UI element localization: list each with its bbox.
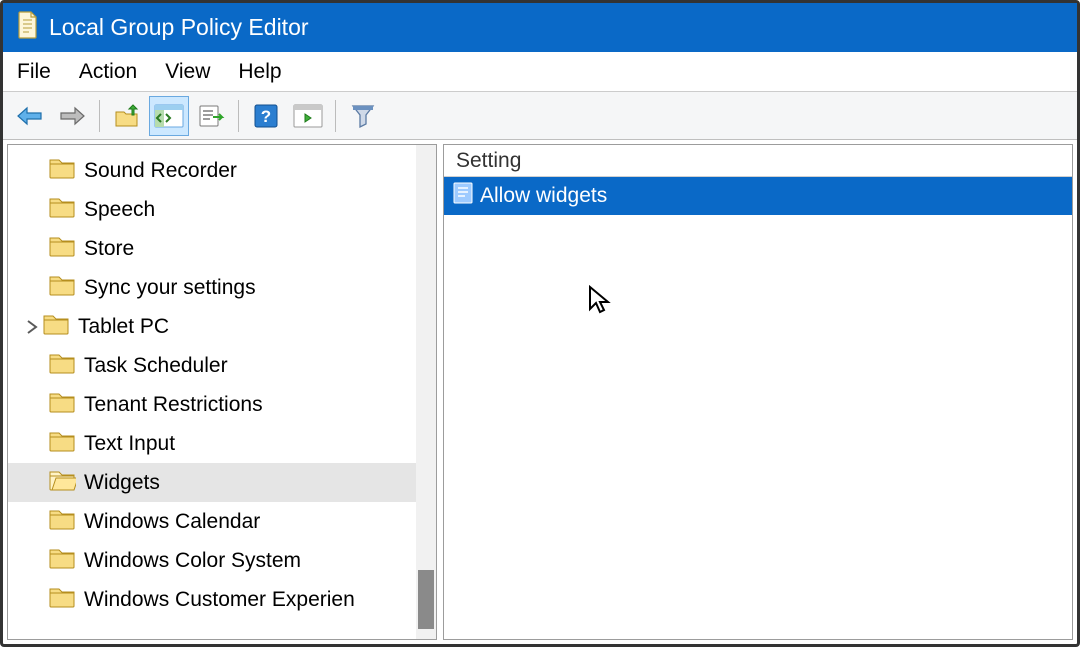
tree-item[interactable]: Store xyxy=(8,229,436,268)
tree-item-label: Tablet PC xyxy=(78,315,169,339)
folder-icon xyxy=(48,546,76,576)
tree-item-label: Sync your settings xyxy=(84,276,256,300)
menu-view[interactable]: View xyxy=(165,60,210,84)
window-title: Local Group Policy Editor xyxy=(49,14,309,41)
tree-scrollbar[interactable] xyxy=(416,145,436,639)
tree-item-label: Store xyxy=(84,237,134,261)
menu-bar: File Action View Help xyxy=(3,52,1077,92)
tree-item[interactable]: Text Input xyxy=(8,424,436,463)
toolbar-separator xyxy=(335,100,336,132)
toolbar-separator xyxy=(99,100,100,132)
folder-icon xyxy=(48,156,76,186)
folder-icon xyxy=(48,234,76,264)
filter-button[interactable] xyxy=(343,96,383,136)
tree-item[interactable]: Speech xyxy=(8,190,436,229)
tree-item[interactable]: Task Scheduler xyxy=(8,346,436,385)
tree-item[interactable]: Windows Calendar xyxy=(8,502,436,541)
title-bar: Local Group Policy Editor xyxy=(3,3,1077,52)
folder-icon xyxy=(42,312,70,342)
tree-item[interactable]: Widgets xyxy=(8,463,436,502)
tree-item[interactable]: Sync your settings xyxy=(8,268,436,307)
tree-item[interactable]: Tablet PC xyxy=(8,307,436,346)
tree-item-label: Task Scheduler xyxy=(84,354,228,378)
tree-item-label: Widgets xyxy=(84,471,160,495)
tree-item[interactable]: Windows Customer Experien xyxy=(8,580,436,619)
tree-item[interactable]: Windows Color System xyxy=(8,541,436,580)
forward-button[interactable] xyxy=(52,96,92,136)
tree-scrollbar-thumb[interactable] xyxy=(418,570,434,629)
app-icon xyxy=(15,11,39,45)
tree-item-label: Speech xyxy=(84,198,155,222)
export-list-button[interactable] xyxy=(191,96,231,136)
tree-item-label: Windows Color System xyxy=(84,549,301,573)
folder-icon xyxy=(48,468,76,498)
tree-item-label: Windows Customer Experien xyxy=(84,588,355,612)
policy-setting-icon xyxy=(452,181,474,211)
help-button[interactable]: ? xyxy=(246,96,286,136)
menu-action[interactable]: Action xyxy=(79,60,137,84)
settings-header-setting[interactable]: Setting xyxy=(444,145,1072,177)
workspace: Sound Recorder Speech Store Sync your se… xyxy=(3,140,1077,644)
folder-icon xyxy=(48,273,76,303)
folder-icon xyxy=(48,507,76,537)
tree-item-label: Text Input xyxy=(84,432,175,456)
tree-item[interactable]: Sound Recorder xyxy=(8,151,436,190)
up-level-button[interactable] xyxy=(107,96,147,136)
folder-icon xyxy=(48,195,76,225)
window-options-button[interactable] xyxy=(288,96,328,136)
menu-file[interactable]: File xyxy=(17,60,51,84)
setting-label: Allow widgets xyxy=(480,184,607,208)
setting-row[interactable]: Allow widgets xyxy=(444,177,1072,215)
tree-item-label: Sound Recorder xyxy=(84,159,237,183)
toolbar-separator xyxy=(238,100,239,132)
tree-item-label: Windows Calendar xyxy=(84,510,260,534)
back-button[interactable] xyxy=(10,96,50,136)
settings-panel: Setting Allow widgets xyxy=(443,144,1073,640)
folder-icon xyxy=(48,390,76,420)
toolbar: ? xyxy=(3,92,1077,140)
tree-view[interactable]: Sound Recorder Speech Store Sync your se… xyxy=(8,145,436,639)
tree-panel: Sound Recorder Speech Store Sync your se… xyxy=(7,144,437,640)
folder-icon xyxy=(48,351,76,381)
menu-help[interactable]: Help xyxy=(238,60,281,84)
svg-text:?: ? xyxy=(261,107,271,126)
tree-item[interactable]: Tenant Restrictions xyxy=(8,385,436,424)
chevron-right-icon[interactable] xyxy=(22,320,42,334)
tree-item-label: Tenant Restrictions xyxy=(84,393,263,417)
settings-list[interactable]: Allow widgets xyxy=(444,177,1072,215)
folder-icon xyxy=(48,429,76,459)
folder-icon xyxy=(48,585,76,615)
show-hide-tree-button[interactable] xyxy=(149,96,189,136)
